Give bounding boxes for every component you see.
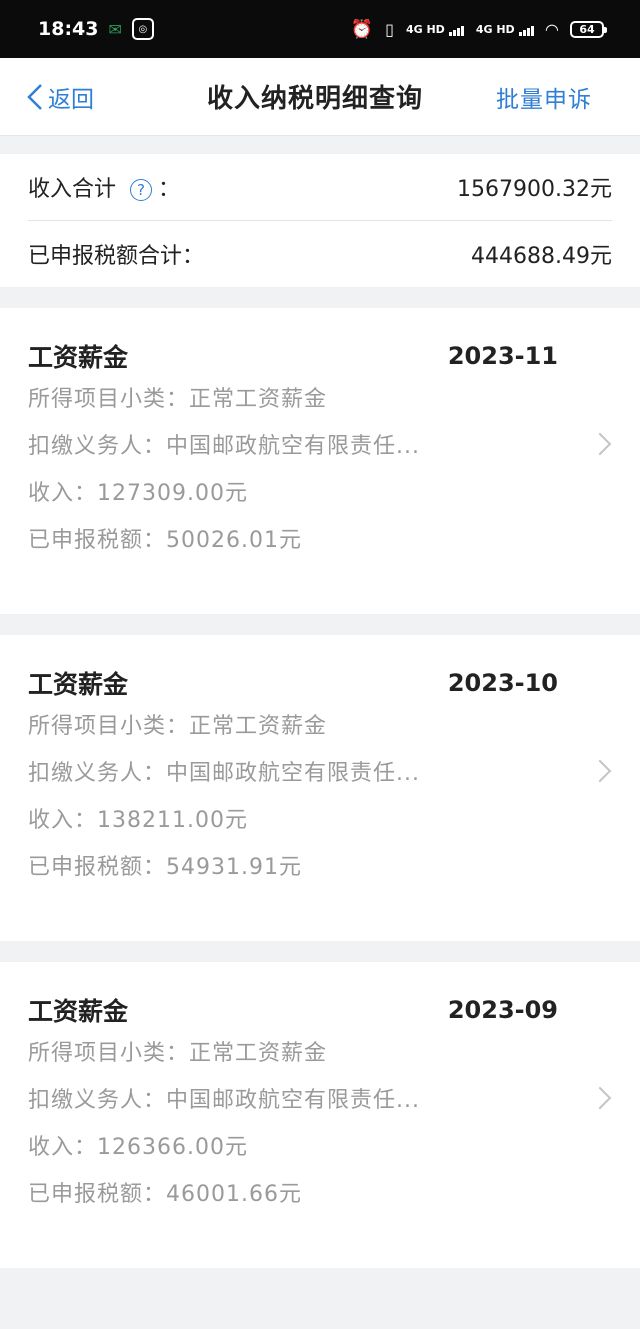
- wifi-icon: ◠: [545, 19, 558, 39]
- alarm-icon: ⏰: [350, 18, 374, 40]
- record-date: 2023-11: [447, 342, 558, 370]
- tax-total-row: 已申报税额合计： 444688.49元: [28, 220, 612, 287]
- record-header: 工资薪金 2023-09: [28, 990, 558, 1030]
- record-date: 2023-09: [447, 996, 558, 1024]
- vibrate-icon: ▯: [385, 19, 394, 39]
- batch-appeal-button[interactable]: 批量申诉: [496, 80, 592, 114]
- back-label: 返回: [48, 86, 94, 113]
- record-subcategory: 所得项目小类：正常工资薪金: [28, 714, 328, 739]
- record-income: 收入：127309.00元: [28, 481, 248, 506]
- network-type-2: 4G HD: [475, 22, 515, 36]
- record-type: 工资薪金: [28, 997, 129, 1026]
- income-total-label-group: 收入合计?：: [28, 171, 180, 203]
- record-header: 工资薪金 2023-11: [28, 336, 558, 376]
- record-subcategory: 所得项目小类：正常工资薪金: [28, 387, 328, 412]
- camera-notification-icon: ◎: [131, 18, 154, 40]
- record-header: 工资薪金 2023-10: [28, 663, 558, 703]
- chevron-right-icon: [588, 759, 612, 783]
- app-notification-icon: ✉: [108, 19, 122, 39]
- chevron-right-icon: [588, 1086, 612, 1110]
- signal-2: 4G HD: [476, 23, 534, 36]
- status-time: 18:43: [38, 18, 99, 40]
- record-card[interactable]: 工资薪金 2023-10 所得项目小类：正常工资薪金 扣缴义务人：中国邮政航空有…: [0, 635, 640, 941]
- record-tax: 已申报税额：46001.66元: [28, 1182, 302, 1207]
- battery-icon: 64: [570, 20, 607, 38]
- signal-1: 4G HD: [406, 23, 464, 36]
- record-tax: 已申报税额：54931.91元: [28, 855, 302, 880]
- record-tax: 已申报税额：50026.01元: [28, 528, 302, 553]
- battery-level: 64: [579, 22, 595, 36]
- record-payer: 扣缴义务人：中国邮政航空有限责任...: [28, 1088, 420, 1113]
- record-card[interactable]: 工资薪金 2023-11 所得项目小类：正常工资薪金 扣缴义务人：中国邮政航空有…: [0, 308, 640, 614]
- income-total-value: 1567900.32元: [457, 177, 612, 202]
- tax-total-label: 已申报税额合计：: [28, 244, 205, 269]
- signal-bars-icon: [518, 25, 534, 36]
- record-type: 工资薪金: [28, 670, 129, 699]
- record-payer: 扣缴义务人：中国邮政航空有限责任...: [28, 434, 420, 459]
- record-type: 工资薪金: [28, 343, 129, 372]
- chevron-left-icon: [27, 83, 42, 110]
- record-income: 收入：138211.00元: [28, 808, 248, 833]
- record-payer: 扣缴义务人：中国邮政航空有限责任...: [28, 761, 420, 786]
- network-type-1: 4G HD: [405, 22, 445, 36]
- record-card[interactable]: 工资薪金 2023-09 所得项目小类：正常工资薪金 扣缴义务人：中国邮政航空有…: [0, 962, 640, 1268]
- signal-bars-icon: [448, 25, 464, 36]
- status-bar: 18:43 ✉ ◎ ⏰ ▯ 4G HD 4G HD ◠ 64: [0, 0, 640, 58]
- record-income: 收入：126366.00元: [28, 1135, 248, 1160]
- income-total-label: 收入合计: [28, 177, 117, 202]
- record-subcategory: 所得项目小类：正常工资薪金: [28, 1041, 328, 1066]
- record-date: 2023-10: [447, 669, 558, 697]
- help-icon[interactable]: ?: [130, 179, 153, 201]
- income-total-row: 收入合计?： 1567900.32元: [28, 154, 612, 220]
- income-total-colon: ：: [158, 177, 181, 202]
- nav-bar: 返回 收入纳税明细查询 批量申诉: [0, 58, 640, 136]
- tax-total-value: 444688.49元: [471, 244, 612, 269]
- chevron-right-icon: [588, 432, 612, 456]
- page-title: 收入纳税明细查询: [206, 84, 423, 114]
- back-button[interactable]: 返回: [26, 80, 94, 114]
- summary-panel: 收入合计?： 1567900.32元 已申报税额合计： 444688.49元: [0, 154, 640, 287]
